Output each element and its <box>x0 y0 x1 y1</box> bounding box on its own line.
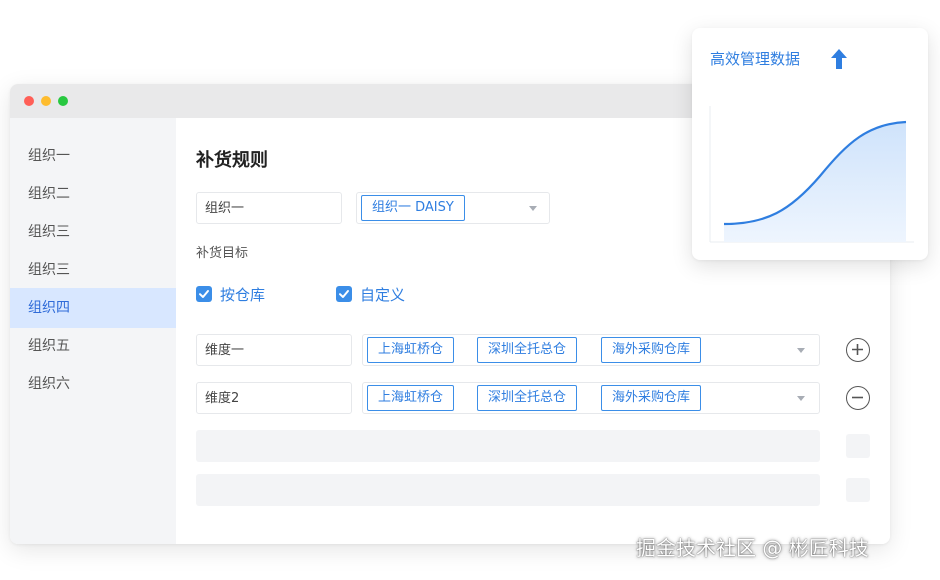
dimension-name-input[interactable]: 维度一 <box>196 334 352 366</box>
sidebar-item-org-2[interactable]: 组织二 <box>10 174 176 214</box>
org-select[interactable]: 组织一 DAISY <box>356 192 550 224</box>
card-title: 高效管理数据 <box>710 50 801 68</box>
warehouse-tag[interactable]: 上海虹桥仓 <box>367 337 455 363</box>
checkbox-label-custom[interactable]: 自定义 <box>360 284 405 305</box>
trend-curve-graphic <box>709 106 914 243</box>
plus-icon <box>852 344 863 355</box>
warehouse-tag[interactable]: 深圳全托总仓 <box>477 337 578 363</box>
target-label: 补货目标 <box>196 246 249 261</box>
page-title: 补货规则 <box>196 150 268 171</box>
sidebar-item-org-3b[interactable]: 组织三 <box>10 250 176 290</box>
sidebar: 组织一 组织二 组织三 组织三 组织四 组织五 组织六 <box>10 118 176 544</box>
sidebar-item-org-6[interactable]: 组织六 <box>10 364 176 404</box>
placeholder-row <box>196 474 820 506</box>
warehouse-tag[interactable]: 上海虹桥仓 <box>367 385 455 411</box>
check-icon <box>339 290 349 298</box>
chevron-down-icon[interactable] <box>797 396 805 401</box>
minus-icon <box>852 396 863 399</box>
org-select-tag[interactable]: 组织一 DAISY <box>361 195 465 221</box>
remove-dimension-button[interactable] <box>846 386 870 410</box>
watermark: 掘金技术社区 @ 彬匠科技 <box>636 536 869 560</box>
dimension-warehouse-select[interactable]: 上海虹桥仓 深圳全托总仓 海外采购仓库 <box>362 382 820 414</box>
sidebar-item-org-4[interactable]: 组织四 <box>10 288 176 328</box>
efficiency-card: 高效管理数据 <box>692 28 928 260</box>
checkbox-label-by-warehouse[interactable]: 按仓库 <box>220 284 265 305</box>
placeholder-row <box>196 430 820 462</box>
placeholder-button <box>846 434 870 458</box>
check-icon <box>199 290 209 298</box>
chevron-down-icon[interactable] <box>797 348 805 353</box>
dimension-warehouse-select[interactable]: 上海虹桥仓 深圳全托总仓 海外采购仓库 <box>362 334 820 366</box>
warehouse-tag[interactable]: 海外采购仓库 <box>601 337 702 363</box>
chevron-down-icon[interactable] <box>529 206 537 211</box>
maximize-window-dot[interactable] <box>58 96 68 106</box>
org-input[interactable]: 组织一 <box>196 192 342 224</box>
close-window-dot[interactable] <box>24 96 34 106</box>
minimize-window-dot[interactable] <box>41 96 51 106</box>
add-dimension-button[interactable] <box>846 338 870 362</box>
sidebar-item-org-1[interactable]: 组织一 <box>10 136 176 176</box>
sidebar-item-org-3[interactable]: 组织三 <box>10 212 176 252</box>
arrow-up-icon <box>831 49 847 69</box>
warehouse-tag[interactable]: 海外采购仓库 <box>601 385 702 411</box>
placeholder-button <box>846 478 870 502</box>
checkbox-by-warehouse[interactable] <box>196 286 212 302</box>
dimension-name-input[interactable]: 维度2 <box>196 382 352 414</box>
checkbox-custom[interactable] <box>336 286 352 302</box>
warehouse-tag[interactable]: 深圳全托总仓 <box>477 385 578 411</box>
sidebar-item-org-5[interactable]: 组织五 <box>10 326 176 366</box>
